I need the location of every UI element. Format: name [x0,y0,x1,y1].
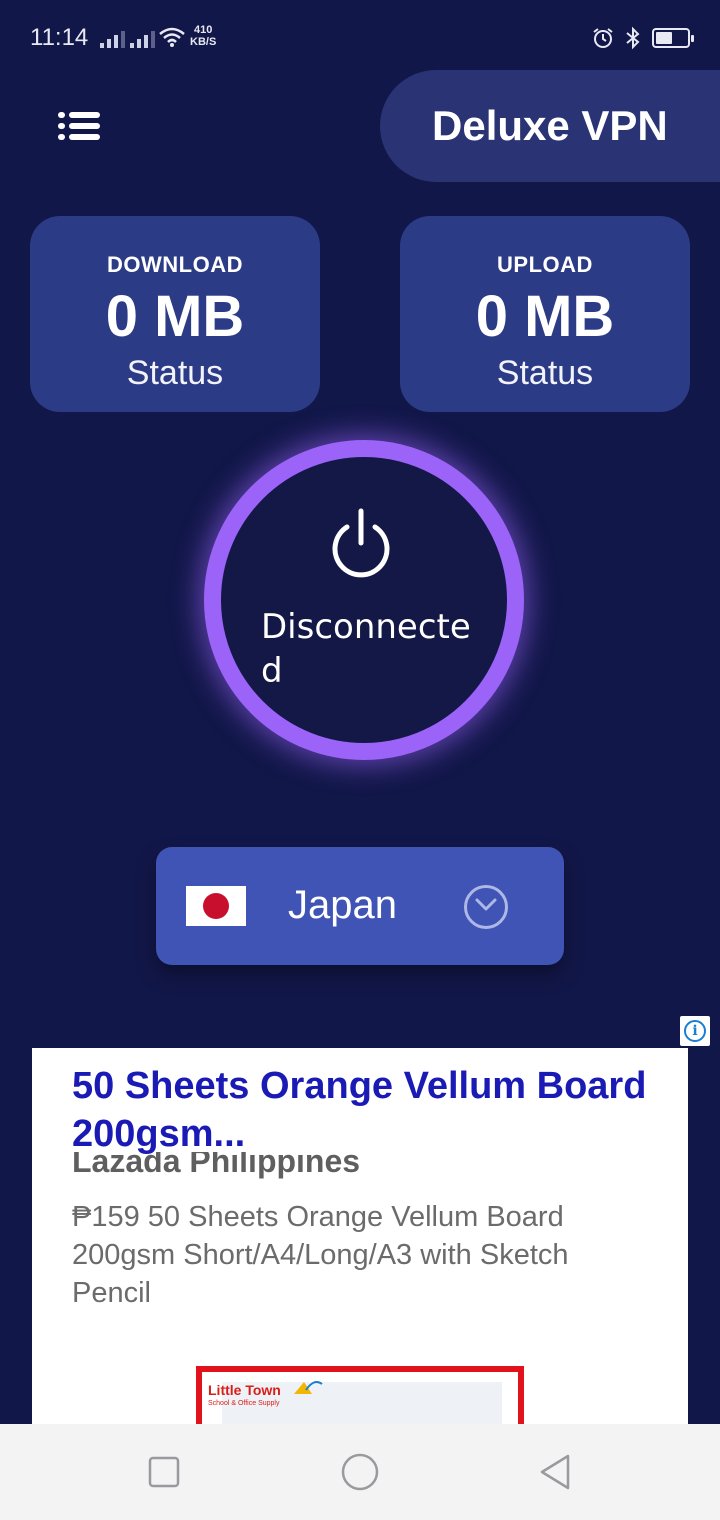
upload-label: UPLOAD [497,252,593,277]
ad-source-text: Lazada Philippines [72,1152,361,1179]
chevron-down-icon[interactable] [464,885,508,929]
circle-home-icon[interactable] [340,1452,380,1492]
wifi-icon [159,27,185,47]
ad-description: ₱159 50 Sheets Orange Vellum Board 200gs… [72,1201,569,1309]
app-title-banner: Deluxe VPN [380,70,720,182]
download-status: Status [126,354,224,392]
connection-status: Disconnected [261,607,471,691]
signal-icon [100,30,125,48]
navigation-bar [0,1424,720,1520]
battery-icon [652,28,694,48]
network-speed: 410 KB/S [190,24,216,48]
download-label: DOWNLOAD [107,252,243,277]
network-speed-value: 410 [193,24,213,36]
ad-headline[interactable]: 50 Sheets Orange Vellum Board 200gsm... [72,1062,672,1158]
network-speed-unit: KB/S [190,36,217,48]
ad-info-button[interactable]: i [680,1016,710,1046]
ad-banner[interactable]: 50 Sheets Orange Vellum Board 200gsm... … [32,1048,688,1448]
country-name: Japan [288,883,397,927]
upload-status: Status [496,354,594,392]
download-value: 0 MB [105,284,245,349]
upload-value: 0 MB [475,284,615,349]
power-icon [332,508,390,578]
triangle-back-icon[interactable] [536,1452,576,1492]
square-recents-icon[interactable] [144,1452,184,1492]
server-selector[interactable]: Japan [156,847,564,965]
japan-flag-icon [186,886,246,926]
bluetooth-icon [626,26,640,50]
brand-logo-icon [294,1381,323,1394]
app-title: Deluxe VPN [432,102,668,149]
info-icon: i [684,1020,706,1042]
ad-source: Lazada Philippines [72,1152,672,1186]
menu-button[interactable] [58,108,102,144]
download-card: DOWNLOAD 0 MB Status [30,216,320,412]
signal-icon [130,30,155,48]
ad-image-brand-sub: School & Office Supply [208,1400,280,1407]
connect-button[interactable]: Disconnected [204,440,524,760]
upload-card: UPLOAD 0 MB Status [400,216,690,412]
status-time: 11:14 [30,24,89,51]
ad-image-brand: Little Town [208,1382,281,1398]
alarm-icon [593,28,613,48]
status-bar: 11:14 410 KB/S [0,0,720,78]
status-right-icons [592,26,694,50]
